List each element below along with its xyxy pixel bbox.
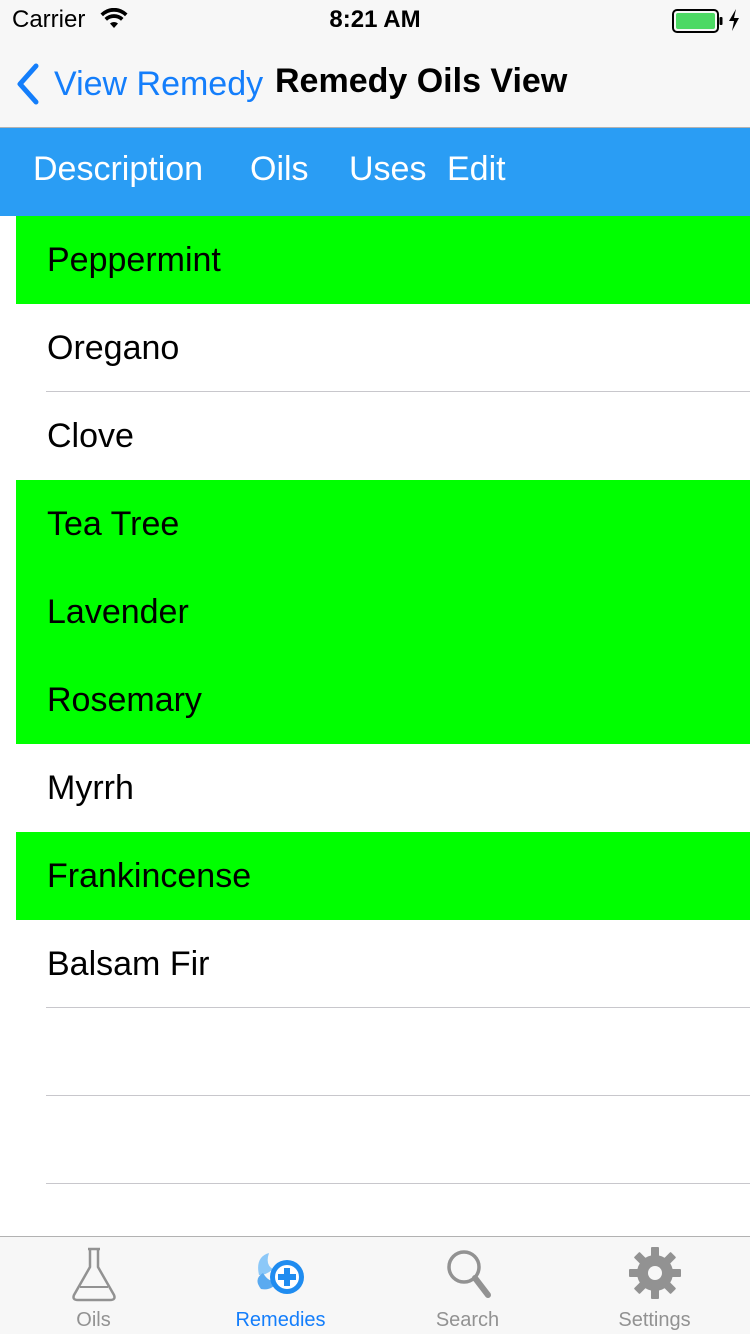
table-row[interactable]: Myrrh [0,744,750,832]
segment-bar: Description Oils Uses Edit [0,128,750,216]
oil-name: Lavender [47,593,189,631]
tab-bar-label-oils: Oils [76,1309,111,1331]
status-bar: Carrier 8:21 AM [0,0,750,40]
table-row[interactable]: Frankincense [0,832,750,920]
oil-name: Balsam Fir [47,945,210,983]
chevron-left-icon [17,63,39,105]
tab-bar-item-remedies[interactable]: Remedies [187,1237,374,1335]
tab-bar-label-remedies: Remedies [235,1309,326,1331]
table-row[interactable]: Clove [0,392,750,480]
page-title: Remedy Oils View [275,62,568,100]
tab-bar: Oils Remedies Search Settings [0,1236,750,1334]
table-row[interactable] [0,1096,750,1184]
gear-icon [628,1247,681,1299]
tab-bar-item-search[interactable]: Search [374,1237,561,1335]
navigation-bar: View Remedy Remedy Oils View [0,40,750,128]
tab-uses[interactable]: Uses [349,150,426,189]
tab-bar-item-settings[interactable]: Settings [561,1237,748,1335]
oil-name: Frankincense [47,857,252,895]
oils-table: Peppermint Oregano Clove Tea Tree Lavender Ro… [0,216,750,1272]
table-row[interactable]: Rosemary [0,656,750,744]
back-button[interactable]: View Remedy [14,60,263,108]
back-button-label: View Remedy [54,64,264,103]
battery-icon [672,9,723,33]
tab-bar-label-search: Search [435,1309,500,1331]
tab-bar-item-oils[interactable]: Oils [0,1237,187,1335]
oil-name: Oregano [47,329,180,367]
table-row[interactable]: Peppermint [0,216,750,304]
search-icon [446,1250,491,1298]
table-row[interactable]: Lavender [0,568,750,656]
tab-edit[interactable]: Edit [447,150,506,189]
table-row[interactable] [0,1008,750,1096]
oil-name: Myrrh [47,769,134,807]
table-row[interactable]: Balsam Fir [0,920,750,1008]
charging-bolt-icon [729,9,739,31]
oil-name: Clove [47,417,134,455]
flask-icon [71,1247,116,1302]
tab-description[interactable]: Description [33,150,203,189]
table-row[interactable]: Oregano [0,304,750,392]
tab-oils[interactable]: Oils [250,150,309,189]
tab-bar-label-settings: Settings [618,1309,691,1331]
table-row[interactable]: Tea Tree [0,480,750,568]
clock-label: 8:21 AM [329,6,421,33]
remedies-icon [256,1253,304,1294]
oil-name: Rosemary [47,681,202,719]
oil-name: Tea Tree [47,505,180,543]
oil-name: Peppermint [47,241,221,279]
